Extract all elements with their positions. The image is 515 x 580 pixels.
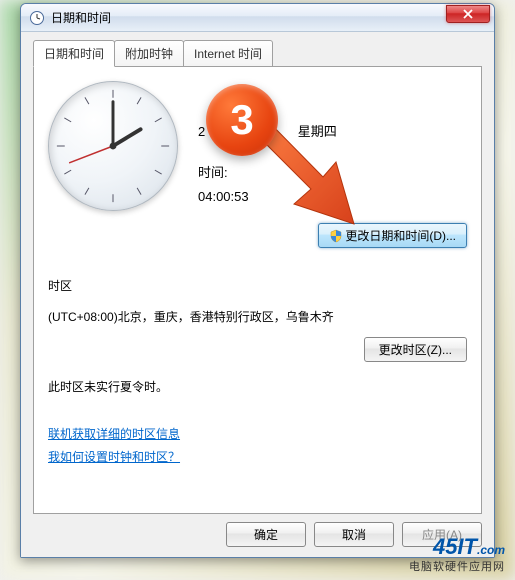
dst-note: 此时区未实行夏令时。 [48, 378, 467, 395]
tab-date-time[interactable]: 日期和时间 [33, 40, 115, 67]
change-date-time-label: 更改日期和时间(D)... [345, 229, 456, 243]
timezone-name: (UTC+08:00)北京，重庆，香港特别行政区，乌鲁木齐 [48, 308, 467, 325]
time-label: 时间: [198, 162, 337, 181]
close-button[interactable] [446, 5, 490, 23]
ok-button[interactable]: 确定 [226, 522, 306, 547]
watermark-logo: 45IT [433, 534, 477, 559]
tab-additional-clock[interactable]: 附加时钟 [114, 40, 184, 66]
online-info-link[interactable]: 联机获取详细的时区信息 [48, 425, 467, 442]
watermark-sub: 电脑软硬件应用网 [409, 558, 505, 574]
cancel-button[interactable]: 取消 [314, 522, 394, 547]
change-timezone-button[interactable]: 更改时区(Z)... [364, 337, 467, 362]
tabs: 日期和时间 附加时钟 Internet 时间 [33, 40, 482, 66]
content-area: 日期和时间 附加时钟 Internet 时间 [21, 32, 494, 557]
change-date-time-button[interactable]: 更改日期和时间(D)... [318, 223, 467, 248]
shield-icon [329, 229, 343, 243]
clock-icon [29, 10, 45, 26]
date-time-window: 日期和时间 日期和时间 附加时钟 Internet 时间 [20, 3, 495, 558]
time-display: 04:00:53 [198, 189, 337, 204]
tab-internet-time[interactable]: Internet 时间 [183, 40, 273, 66]
analog-clock [48, 81, 178, 211]
date-display: 2 10 星期四 [198, 121, 337, 140]
titlebar[interactable]: 日期和时间 [21, 4, 494, 32]
watermark: 45IT.com 电脑软硬件应用网 [409, 536, 505, 574]
how-to-link[interactable]: 我如何设置时钟和时区？ [48, 448, 467, 465]
window-title: 日期和时间 [51, 9, 446, 26]
tab-panel: 2 10 星期四 时间: 04:00:53 更改日期和时间(D)... [33, 66, 482, 514]
watermark-dotcom: .com [477, 543, 505, 557]
timezone-label: 时区 [48, 277, 72, 294]
